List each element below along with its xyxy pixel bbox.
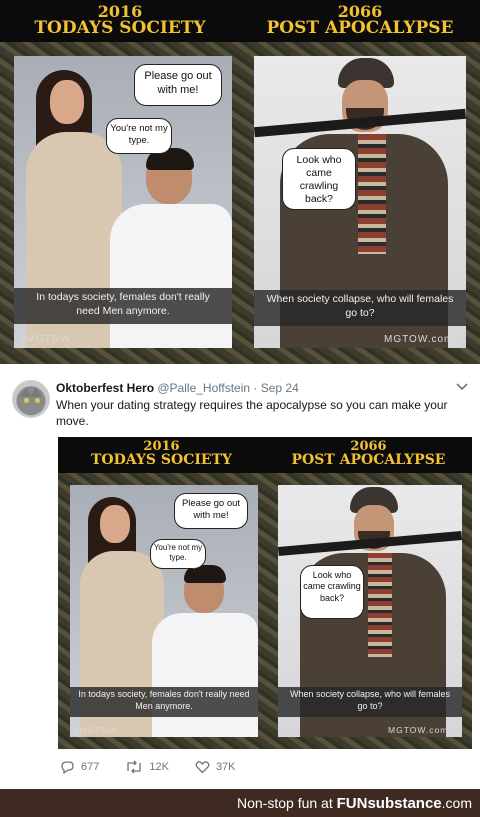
right-title-embedded: POST APOCALYPSE <box>291 452 446 468</box>
left-caption-embedded: In todays society, females don't really … <box>70 687 258 717</box>
meme-header-embedded: 2016 TODAYS SOCIETY 2066 POST APOCALYPSE <box>58 437 472 473</box>
right-caption-embedded: When society collapse, who will females … <box>278 687 462 717</box>
header-right: 2066 POST APOCALYPSE <box>240 4 480 42</box>
left-title-embedded: TODAYS SOCIETY <box>91 452 232 468</box>
reply-count: 677 <box>81 761 100 773</box>
brand-rest[interactable]: substance <box>367 795 441 812</box>
woman-face-embedded <box>100 505 130 543</box>
retweet-icon <box>127 760 142 774</box>
tweet-actions: 677 12K 37K <box>60 760 236 774</box>
tweet-header: Oktoberfest Hero @Palle_Hoffstein · Sep … <box>56 381 299 395</box>
soldier-scarf-embedded <box>368 553 392 657</box>
meme-image-top: 2016 TODAYS SOCIETY 2066 POST APOCALYPSE… <box>0 0 480 364</box>
header-left: 2016 TODAYS SOCIETY <box>0 4 240 42</box>
retweet-button[interactable]: 12K <box>125 760 169 774</box>
right-title: POST APOCALYPSE <box>266 18 454 38</box>
footer-prefix: Non-stop fun at <box>237 795 337 811</box>
avatar[interactable] <box>12 380 50 418</box>
left-tag: #MGTOW <box>20 334 71 345</box>
header-right-embedded: 2066 POST APOCALYPSE <box>265 440 472 473</box>
separator-dot: · <box>253 381 258 395</box>
reply-icon <box>61 761 74 774</box>
meme-header: 2016 TODAYS SOCIETY 2066 POST APOCALYPSE <box>0 0 480 42</box>
left-title: TODAYS SOCIETY <box>34 18 206 38</box>
right-tag: MGTOW.com <box>384 334 454 345</box>
right-caption: When society collapse, who will females … <box>254 290 466 326</box>
like-button[interactable]: 37K <box>195 760 236 774</box>
man-shirt <box>110 204 232 348</box>
reply-button[interactable]: 677 <box>60 760 99 774</box>
right-tag-embedded: MGTOW.com <box>388 725 449 735</box>
retweet-count: 12K <box>149 761 169 773</box>
meme-image-embedded[interactable]: 2016 TODAYS SOCIETY 2066 POST APOCALYPSE… <box>58 437 472 749</box>
header-left-embedded: 2016 TODAYS SOCIETY <box>58 440 265 473</box>
tweet-text: When your dating strategy requires the a… <box>56 398 448 428</box>
display-name[interactable]: Oktoberfest Hero <box>56 381 154 395</box>
bubble-man: Please go out with me! <box>134 64 222 106</box>
man-shirt-embedded <box>152 613 258 737</box>
tweet-date[interactable]: Sep 24 <box>261 381 299 395</box>
left-caption: In todays society, females don't really … <box>14 288 232 324</box>
heart-icon <box>195 761 210 774</box>
left-tag-embedded: #MGTOW <box>74 725 119 735</box>
bubble-soldier: Look who came crawling back? <box>282 148 356 210</box>
like-count: 37K <box>215 761 236 773</box>
cat-ear-right <box>30 387 42 397</box>
site-footer: Non-stop fun at FUNsubstance.com <box>0 789 480 817</box>
bubble-woman-embedded: You're not my type. <box>150 539 206 569</box>
woman-face <box>50 80 84 124</box>
cat-eyes <box>24 398 40 403</box>
footer-text: Non-stop fun at FUNsubstance.com <box>237 795 472 812</box>
brand-fun[interactable]: FUN <box>337 795 368 812</box>
brand-tld[interactable]: .com <box>442 795 472 811</box>
bubble-woman: You're not my type. <box>106 118 172 154</box>
bubble-soldier-embedded: Look who came crawling back? <box>300 565 364 619</box>
bubble-man-embedded: Please go out with me! <box>174 493 248 529</box>
user-handle[interactable]: @Palle_Hoffstein <box>157 381 250 395</box>
soldier-scarf <box>358 134 386 254</box>
chevron-down-icon[interactable] <box>456 380 468 394</box>
